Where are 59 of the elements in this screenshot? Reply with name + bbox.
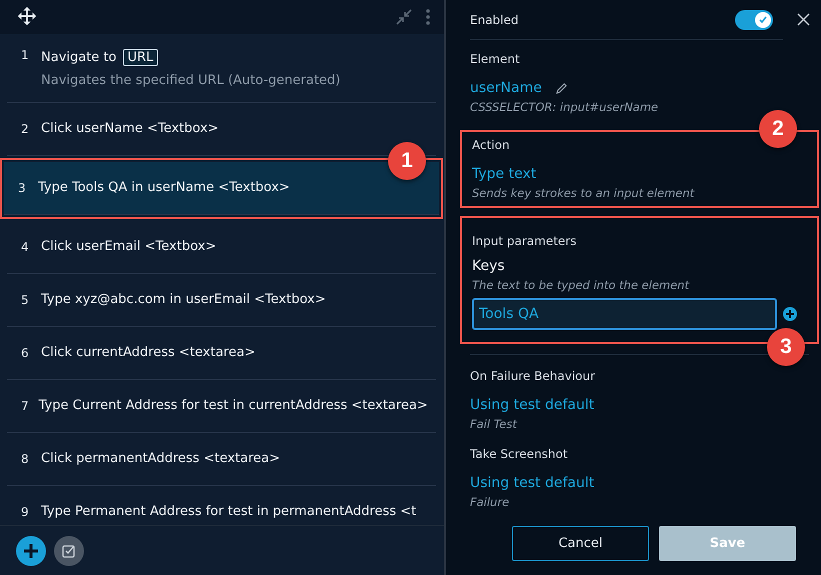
step-row[interactable]: 8 Click permanentAddress <textarea> xyxy=(7,433,436,486)
step-number: 5 xyxy=(21,292,30,309)
step-number: 4 xyxy=(21,239,30,256)
step-row[interactable]: 5 Type xyz@abc.com in userEmail <Textbox> xyxy=(7,274,436,327)
checklist-button[interactable] xyxy=(54,536,84,566)
step-description: Navigates the specified URL (Auto-generated) xyxy=(41,73,340,88)
step-number: 9 xyxy=(21,504,30,521)
action-description: Sends key strokes to an input element xyxy=(472,186,696,200)
plus-icon xyxy=(23,542,39,558)
keys-input[interactable]: Tools QA xyxy=(472,298,777,330)
section-label: Take Screenshot xyxy=(470,447,569,461)
callout-badge: 3 xyxy=(767,328,805,366)
callout-badge: 1 xyxy=(388,142,426,180)
step-row[interactable]: 7 Type Current Address for test in currentAddress <textarea> xyxy=(7,380,436,433)
section-label: Element xyxy=(470,52,521,66)
screenshot-description: Failure xyxy=(470,495,510,509)
on-failure-link[interactable]: Using test default xyxy=(470,397,811,413)
step-number: 1 xyxy=(21,47,30,64)
cancel-button[interactable]: Cancel xyxy=(512,526,649,561)
element-name-link[interactable]: userName xyxy=(470,80,542,96)
more-icon[interactable] xyxy=(426,9,430,25)
step-text: Navigate to xyxy=(41,50,116,65)
step-text: Click currentAddress <textarea> xyxy=(41,344,256,362)
step-text: Type xyz@abc.com in userEmail <Textbox> xyxy=(41,291,326,309)
step-number: 2 xyxy=(21,121,30,138)
step-text: Click userEmail <Textbox> xyxy=(41,238,216,256)
element-selector: CSSSELECTOR: input#userName xyxy=(470,100,660,114)
close-icon[interactable] xyxy=(797,13,810,26)
step-text: Type Permanent Address for test in permanentAddress <t xyxy=(41,503,416,521)
step-number: 8 xyxy=(21,451,30,468)
callout-badge: 2 xyxy=(759,110,797,148)
step-number: 6 xyxy=(21,345,30,362)
checkbox-icon xyxy=(62,544,76,558)
step-row[interactable]: 6 Click currentAddress <textarea> xyxy=(7,327,436,380)
step-row[interactable]: 4 Click userEmail <Textbox> xyxy=(7,221,436,274)
url-chip: URL xyxy=(122,49,158,66)
parameter-hint: The text to be typed into the element xyxy=(472,278,690,292)
add-button[interactable] xyxy=(16,536,46,566)
step-number: 3 xyxy=(18,180,27,197)
step-row[interactable]: 1 Navigate to URL Navigates the specified URL (Auto-generated) xyxy=(7,34,436,103)
add-icon[interactable] xyxy=(783,307,797,321)
move-icon[interactable] xyxy=(16,6,38,28)
screenshot-link[interactable]: Using test default xyxy=(470,475,811,491)
on-failure-description: Fail Test xyxy=(470,417,518,431)
enabled-toggle[interactable] xyxy=(735,10,773,30)
action-link[interactable]: Type text xyxy=(472,166,807,182)
step-text: Type Tools QA in userName <Textbox> xyxy=(38,179,290,197)
pencil-icon[interactable] xyxy=(556,82,567,94)
step-number: 7 xyxy=(21,398,29,415)
step-text: Click permanentAddress <textarea> xyxy=(41,450,280,468)
step-text: Type Current Address for test in currentAddress <textarea> xyxy=(38,397,428,415)
collapse-icon[interactable] xyxy=(396,9,412,25)
section-label: Action xyxy=(472,138,511,152)
step-text: Click userName <Textbox> xyxy=(41,120,219,138)
parameter-name: Keys xyxy=(472,258,506,274)
section-label: Input parameters xyxy=(472,234,578,248)
check-icon xyxy=(758,14,768,24)
section-label: On Failure Behaviour xyxy=(470,369,596,383)
enabled-label: Enabled xyxy=(470,12,518,26)
